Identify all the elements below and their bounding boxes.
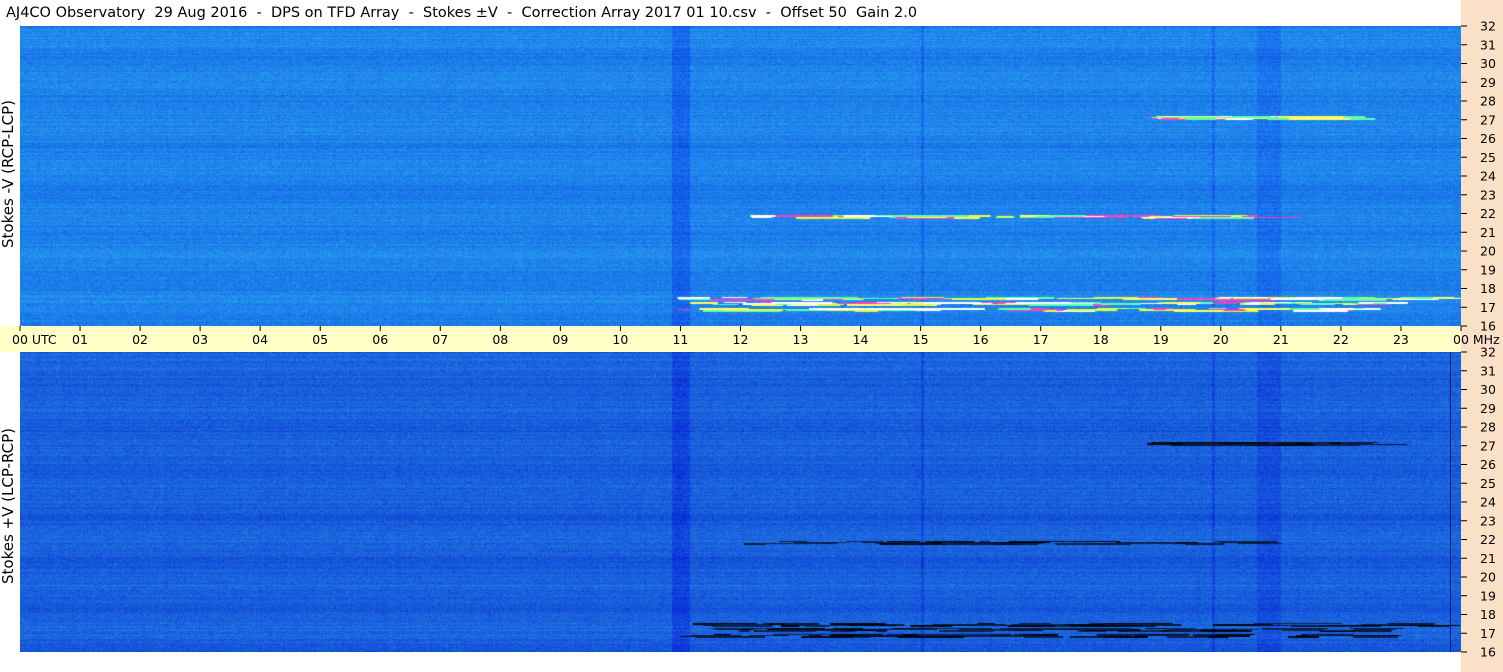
freq-tick-label: 18 [1480,281,1496,296]
freq-tick-label: 32 [1480,345,1496,360]
freq-tick-label: 31 [1480,37,1496,52]
freq-tick-label: 31 [1480,363,1496,378]
freq-tick-label: 16 [1480,319,1496,334]
time-tick-label: 14 [853,332,869,347]
freq-tick-label: 21 [1480,551,1496,566]
freq-tick-label: 24 [1480,169,1496,184]
freq-tick-label: 17 [1480,300,1496,315]
freq-tick-label: 28 [1480,420,1496,435]
time-tick-label: 04 [252,332,268,347]
time-tick-label: 10 [612,332,628,347]
freq-tick-label: 29 [1480,401,1496,416]
freq-tick-label: 23 [1480,187,1496,202]
freq-tick-label: 24 [1480,495,1496,510]
freq-tick-label: 29 [1480,75,1496,90]
freq-tick-label: 22 [1480,206,1496,221]
time-tick-label: 07 [432,332,448,347]
time-tick-label: 23 [1393,332,1409,347]
freq-tick-label: 20 [1480,244,1496,259]
freq-tick-label: 26 [1480,131,1496,146]
freq-tick-label: 28 [1480,94,1496,109]
time-tick-label: 12 [733,332,749,347]
freq-tick-label: 18 [1480,607,1496,622]
freq-tick-label: 25 [1480,150,1496,165]
time-tick-label: 16 [973,332,989,347]
freq-tick-label: 21 [1480,225,1496,240]
freq-tick-label: 20 [1480,570,1496,585]
time-tick-label: 09 [552,332,568,347]
axes-overlay: 00 UTC 01 02 03 04 05 06 07 08 09 10 11 12 13 14 15 16 17… [12,19,1500,660]
time-tick-label: 02 [132,332,148,347]
time-tick-label: 05 [312,332,328,347]
time-tick-label: 15 [913,332,929,347]
freq-tick-label: 27 [1480,112,1496,127]
freq-tick-label: 19 [1480,588,1496,603]
time-tick-label: 00 UTC [12,332,57,347]
time-tick-label: 13 [793,332,809,347]
freq-tick-label: 26 [1480,457,1496,472]
freq-tick-label: 30 [1480,382,1496,397]
freq-tick-label: 25 [1480,476,1496,491]
freq-tick-label: 16 [1480,645,1496,660]
time-tick-label: 18 [1093,332,1109,347]
time-tick-label: 21 [1273,332,1289,347]
time-tick-label: 01 [72,332,88,347]
time-tick-label: 20 [1213,332,1229,347]
freq-tick-label: 23 [1480,513,1496,528]
freq-tick-label: 30 [1480,56,1496,71]
freq-tick-label: 22 [1480,532,1496,547]
time-tick-label: 22 [1333,332,1349,347]
freq-tick-label: 19 [1480,262,1496,277]
time-tick-label: 03 [192,332,208,347]
freq-tick-label: 32 [1480,19,1496,34]
time-tick-label: 06 [372,332,388,347]
time-tick-label: 11 [672,332,688,347]
freq-tick-label: 27 [1480,438,1496,453]
time-tick-label: 08 [492,332,508,347]
time-tick-label: 17 [1033,332,1049,347]
time-tick-label: 19 [1153,332,1169,347]
freq-tick-label: 17 [1480,626,1496,641]
